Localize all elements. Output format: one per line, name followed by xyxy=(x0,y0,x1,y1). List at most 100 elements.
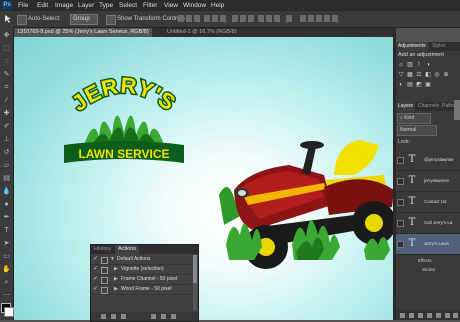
action-row[interactable]: ✓ ▼ Default Actions xyxy=(91,255,191,265)
trash-icon[interactable] xyxy=(171,314,176,319)
expand-arrow-icon[interactable]: ▶ xyxy=(114,285,118,294)
distribute-top-icon[interactable] xyxy=(232,15,238,22)
expand-arrow-icon[interactable]: ▶ xyxy=(114,275,118,284)
menu-image[interactable]: Image xyxy=(55,0,73,11)
align-bottom-icon[interactable] xyxy=(194,15,200,22)
move-tool-icon[interactable] xyxy=(3,14,13,24)
actions-scrollbar[interactable] xyxy=(193,255,197,310)
check-icon[interactable]: ✓ xyxy=(93,285,99,294)
crop-tool-icon[interactable]: ⌗ xyxy=(2,83,11,92)
lasso-tool-icon[interactable]: ◌ xyxy=(2,57,11,66)
visibility-toggle[interactable] xyxy=(397,178,404,185)
new-layer-icon[interactable] xyxy=(445,313,450,318)
exposure-icon[interactable]: ◑ xyxy=(425,62,431,68)
clone-stamp-icon[interactable]: ⊥ xyxy=(2,135,11,144)
auto-select-checkbox[interactable] xyxy=(17,15,27,25)
brush-tool-icon[interactable]: ✐ xyxy=(2,122,11,131)
link-layers-icon[interactable] xyxy=(400,313,405,318)
menu-type[interactable]: Type xyxy=(99,0,113,11)
history-brush-icon[interactable]: ↺ xyxy=(2,148,11,157)
group-icon[interactable] xyxy=(436,313,441,318)
3d-rotate-icon[interactable] xyxy=(300,15,306,22)
tab-actions[interactable]: Actions xyxy=(115,245,140,254)
background-color-swatch[interactable] xyxy=(4,307,14,317)
new-set-icon[interactable] xyxy=(151,314,156,319)
tab-layers[interactable]: Layers xyxy=(396,102,416,111)
mask-icon[interactable] xyxy=(418,313,423,318)
distribute-center-icon[interactable] xyxy=(266,15,272,22)
distribute-bottom-icon[interactable] xyxy=(248,15,254,22)
healing-brush-icon[interactable]: ✚ xyxy=(2,109,11,118)
check-icon[interactable]: ✓ xyxy=(93,255,99,264)
expand-arrow-icon[interactable]: ▶ xyxy=(114,265,118,274)
auto-align-icon[interactable] xyxy=(286,15,292,22)
distribute-right-icon[interactable] xyxy=(274,15,280,22)
align-right-icon[interactable] xyxy=(220,15,226,22)
distribute-middle-icon[interactable] xyxy=(240,15,246,22)
visibility-toggle[interactable] xyxy=(397,241,404,248)
layer-row[interactable]: T Contact Us: xyxy=(396,192,460,213)
layer-row[interactable]: T Call Jerry's La xyxy=(396,213,460,234)
layer-filter-dropdown[interactable]: ⌕ Kind xyxy=(397,113,431,124)
adjustment-layer-icon[interactable] xyxy=(427,313,432,318)
show-transform-checkbox[interactable] xyxy=(106,15,116,25)
dialog-toggle-icon[interactable] xyxy=(101,287,108,294)
3d-roll-icon[interactable] xyxy=(308,15,314,22)
tab-adjustments[interactable]: Adjustments xyxy=(396,42,428,51)
fx-icon[interactable] xyxy=(409,313,414,318)
stop-icon[interactable] xyxy=(101,314,106,319)
action-row[interactable]: ✓ ▶ Vignette (selection) xyxy=(91,265,191,275)
align-center-icon[interactable] xyxy=(212,15,218,22)
3d-drag-icon[interactable] xyxy=(316,15,322,22)
type-tool-icon[interactable]: T xyxy=(2,226,11,235)
brightness-icon[interactable]: ☼ xyxy=(398,62,404,68)
gradient-tool-icon[interactable]: ▤ xyxy=(2,174,11,183)
hue-saturation-icon[interactable]: ▦ xyxy=(407,72,413,78)
tab-history[interactable]: History xyxy=(91,245,114,254)
menu-select[interactable]: Select xyxy=(119,0,137,11)
dialog-toggle-icon[interactable] xyxy=(101,277,108,284)
3d-scale-icon[interactable] xyxy=(332,15,338,22)
align-middle-icon[interactable] xyxy=(186,15,192,22)
channel-mixer-icon[interactable]: ⊕ xyxy=(443,72,449,78)
blend-mode-dropdown[interactable]: Normal xyxy=(397,125,437,136)
layer-row-selected[interactable]: T Jerry's Lawn xyxy=(396,234,460,255)
dialog-toggle-icon[interactable] xyxy=(101,267,108,274)
layers-scrollbar[interactable] xyxy=(454,100,460,120)
blur-tool-icon[interactable]: 💧 xyxy=(2,187,11,196)
hand-tool-icon[interactable]: ✋ xyxy=(2,265,11,274)
photo-filter-icon[interactable]: ◎ xyxy=(434,72,440,78)
tab-styles[interactable]: Styles xyxy=(430,42,448,51)
menu-help[interactable]: Help xyxy=(211,0,224,11)
visibility-toggle[interactable] xyxy=(397,199,404,206)
eraser-tool-icon[interactable]: ▱ xyxy=(2,161,11,170)
auto-select-dropdown[interactable]: Group xyxy=(70,14,98,25)
menu-window[interactable]: Window xyxy=(183,0,206,11)
play-icon[interactable] xyxy=(121,314,126,319)
curves-icon[interactable]: ⌇ xyxy=(416,62,422,68)
stroke-effect-label[interactable]: Stroke xyxy=(422,267,435,272)
menu-layer[interactable]: Layer xyxy=(78,0,94,11)
levels-icon[interactable]: ▥ xyxy=(407,62,413,68)
distribute-left-icon[interactable] xyxy=(258,15,264,22)
menu-file[interactable]: File xyxy=(18,0,28,11)
action-row[interactable]: ✓ ▶ Wood Frame - 50 pixel xyxy=(91,285,191,295)
pen-tool-icon[interactable]: ✒ xyxy=(2,213,11,222)
3d-slide-icon[interactable] xyxy=(324,15,330,22)
posterize-icon[interactable]: ▤ xyxy=(407,82,413,88)
layer-row[interactable]: T @jerryslawnse xyxy=(396,150,460,171)
quick-select-tool-icon[interactable]: ✎ xyxy=(2,70,11,79)
tab-channels[interactable]: Channels xyxy=(416,102,441,111)
vibrance-icon[interactable]: ▽ xyxy=(398,72,404,78)
document-canvas[interactable]: JERRY'S LAWN SERVICE xyxy=(14,37,393,320)
check-icon[interactable]: ✓ xyxy=(93,265,99,274)
menu-view[interactable]: View xyxy=(164,0,178,11)
invert-icon[interactable]: ◐ xyxy=(398,82,404,88)
visibility-toggle[interactable] xyxy=(397,220,404,227)
menu-filter[interactable]: Filter xyxy=(143,0,157,11)
effects-label[interactable]: Effects xyxy=(418,258,432,263)
align-top-icon[interactable] xyxy=(178,15,184,22)
menu-edit[interactable]: Edit xyxy=(37,0,48,11)
more-tools-icon[interactable]: ⋯ xyxy=(2,291,11,300)
shape-tool-icon[interactable]: ▭ xyxy=(2,252,11,261)
